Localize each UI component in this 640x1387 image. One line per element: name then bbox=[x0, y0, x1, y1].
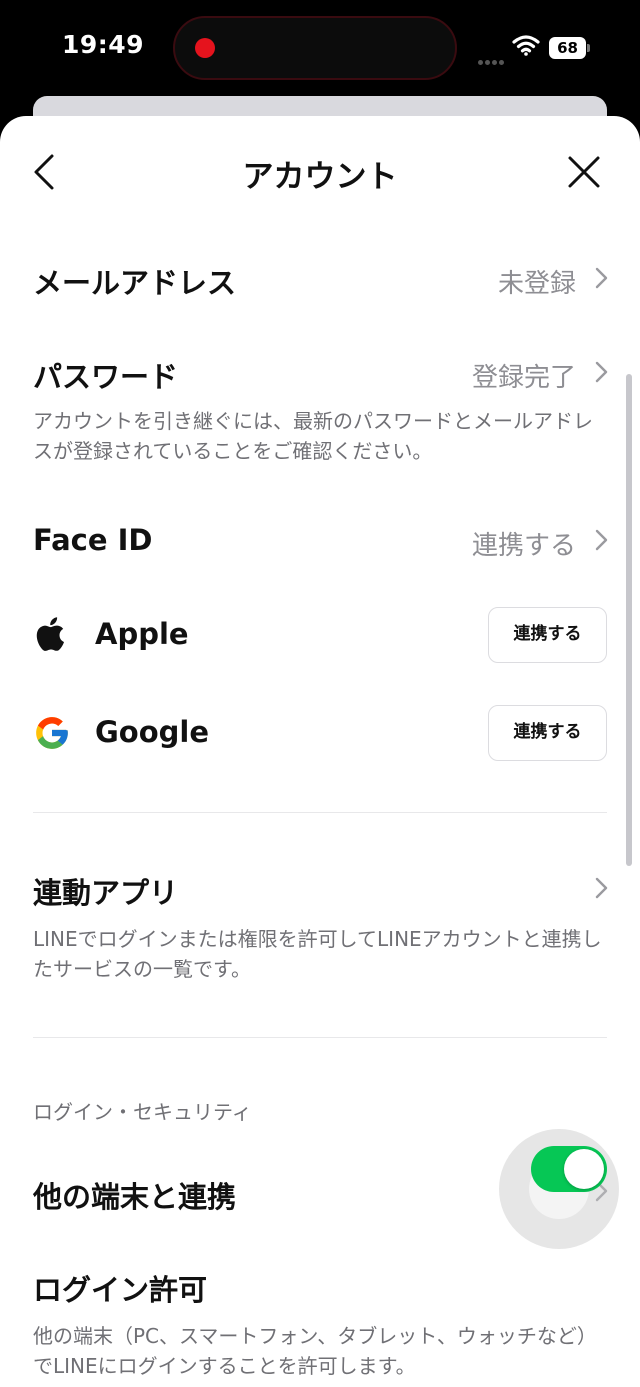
password-value: 登録完了 bbox=[471, 363, 576, 393]
other-devices-title: 他の端末と連携 bbox=[33, 1180, 237, 1214]
apple-link-button[interactable]: 連携する bbox=[488, 607, 607, 663]
apple-label: Apple bbox=[95, 617, 189, 651]
divider bbox=[33, 812, 607, 813]
chevron-right-icon bbox=[595, 877, 608, 899]
toggle-knob bbox=[564, 1149, 604, 1189]
section-label-login-security: ログイン・セキュリティ bbox=[33, 1100, 252, 1124]
allow-login-title: ログイン許可 bbox=[33, 1273, 208, 1307]
status-time: 19:49 bbox=[62, 30, 145, 59]
status-bar: 19:49 68 bbox=[0, 0, 640, 96]
email-title: メールアドレス bbox=[33, 266, 237, 300]
face-id-title: Face ID bbox=[33, 523, 153, 557]
recording-indicator-icon bbox=[195, 38, 215, 58]
google-link-button[interactable]: 連携する bbox=[488, 705, 607, 761]
nav-header: アカウント bbox=[0, 116, 640, 228]
battery-icon: 68 bbox=[549, 37, 591, 59]
battery-level: 68 bbox=[549, 37, 586, 59]
allow-login-toggle[interactable] bbox=[531, 1146, 607, 1192]
email-value: 未登録 bbox=[497, 269, 576, 299]
apple-logo-icon bbox=[36, 617, 64, 651]
face-id-value: 連携する bbox=[471, 531, 576, 561]
chevron-right-icon bbox=[595, 361, 608, 383]
page-title: アカウント bbox=[242, 159, 398, 195]
password-description: アカウントを引き継ぐには、最新のパスワードとメールアドレスが登録されていることを… bbox=[33, 409, 593, 463]
chevron-right-icon bbox=[595, 529, 608, 551]
wifi-icon bbox=[512, 35, 540, 56]
google-logo-icon bbox=[36, 717, 68, 749]
password-title: パスワード bbox=[33, 360, 179, 394]
dynamic-island bbox=[173, 16, 457, 80]
chevron-right-icon bbox=[595, 267, 608, 289]
scrollbar[interactable] bbox=[626, 374, 632, 866]
divider bbox=[33, 1037, 607, 1038]
cellular-signal-icon bbox=[478, 50, 508, 65]
allow-login-description: 他の端末（PC、スマートフォン、タブレット、ウォッチなど）でLINEにログインす… bbox=[33, 1324, 597, 1378]
google-label: Google bbox=[95, 715, 210, 749]
linked-apps-description: LINEでログインまたは権限を許可してLINEアカウントと連携したサービスの一覧… bbox=[33, 927, 602, 981]
close-icon[interactable] bbox=[564, 152, 604, 192]
linked-apps-title: 連動アプリ bbox=[33, 876, 179, 910]
